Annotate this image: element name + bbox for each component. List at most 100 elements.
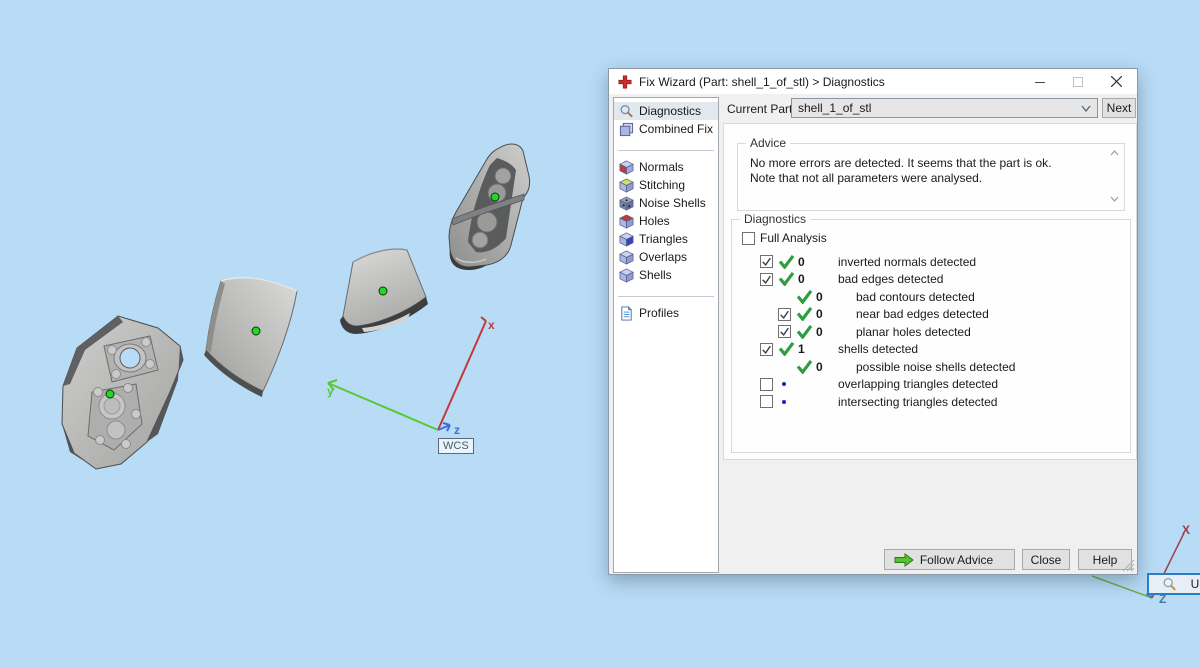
green-arrow-icon bbox=[894, 553, 914, 567]
diagnostic-row: 0 inverted normals detected bbox=[732, 253, 1130, 271]
advice-text: No more errors are detected. It seems th… bbox=[750, 156, 1052, 185]
sidebar-item-label: Overlaps bbox=[639, 250, 688, 264]
diagnostic-checkbox[interactable] bbox=[760, 255, 773, 269]
diagnostic-checkbox[interactable] bbox=[760, 272, 773, 286]
shell-marker bbox=[251, 326, 261, 336]
diagnostic-label: shells detected bbox=[838, 342, 919, 357]
axis-y-label: y bbox=[327, 384, 334, 398]
diagnostic-checkbox[interactable] bbox=[778, 325, 791, 339]
sidebar-item-shells[interactable]: Shells bbox=[614, 266, 718, 284]
diagnostic-checkbox[interactable] bbox=[760, 342, 773, 356]
full-analysis-checkbox[interactable] bbox=[742, 231, 755, 245]
diagnostic-label: overlapping triangles detected bbox=[838, 377, 999, 392]
shell-marker bbox=[490, 192, 500, 202]
current-part-value: shell_1_of_stl bbox=[798, 101, 872, 115]
sidebar-item-diagnostics[interactable]: Diagnostics bbox=[614, 102, 718, 120]
status-check-icon bbox=[796, 324, 816, 339]
diagnostic-row: 0 near bad edges detected bbox=[732, 306, 1130, 324]
cube-yellow-top-icon bbox=[619, 178, 635, 193]
model-cone-shell[interactable] bbox=[340, 248, 428, 334]
sidebar-item-label: Combined Fix bbox=[639, 122, 714, 136]
status-check-icon bbox=[778, 272, 798, 287]
wcs-label: WCS bbox=[438, 438, 474, 454]
status-check-icon bbox=[796, 359, 816, 374]
cube-red-front-icon bbox=[619, 160, 635, 175]
sidebar-item-label: Profiles bbox=[639, 306, 680, 320]
sidebar-item-overlaps[interactable]: Overlaps bbox=[614, 248, 718, 266]
close-button[interactable] bbox=[1097, 69, 1135, 94]
model-nose-cone[interactable] bbox=[448, 143, 531, 271]
corner-axis-x-label: X bbox=[1182, 523, 1191, 537]
full-analysis-row: Full Analysis bbox=[742, 231, 827, 245]
model-curved-shell[interactable] bbox=[204, 276, 298, 397]
close-icon bbox=[1110, 76, 1122, 87]
sidebar-item-label: Triangles bbox=[639, 232, 688, 246]
diagnostic-checkbox[interactable] bbox=[778, 307, 791, 321]
sidebar-item-holes[interactable]: Holes bbox=[614, 212, 718, 230]
magnifier-icon bbox=[619, 104, 635, 119]
diagnostic-label: near bad edges detected bbox=[856, 307, 989, 322]
resize-grip[interactable] bbox=[1122, 559, 1135, 572]
sidebar-item-label: Diagnostics bbox=[639, 104, 702, 118]
shell-marker bbox=[378, 286, 388, 296]
fix-wizard-sidebar: Diagnostics Combined Fix Normals Stitching N… bbox=[613, 97, 719, 573]
diagnostic-count: 0 bbox=[816, 307, 823, 322]
status-check-icon bbox=[796, 289, 816, 304]
minimize-icon bbox=[1035, 81, 1045, 83]
diagnostic-row: intersecting triangles detected bbox=[732, 393, 1130, 411]
sidebar-item-profiles[interactable]: Profiles bbox=[614, 304, 718, 322]
full-analysis-label: Full Analysis bbox=[760, 231, 827, 245]
diagnostic-checkbox[interactable] bbox=[760, 377, 773, 391]
current-part-dropdown[interactable]: shell_1_of_stl bbox=[791, 98, 1098, 118]
diagnostics-title: Diagnostics bbox=[740, 212, 811, 226]
cube-red-top-icon bbox=[619, 214, 635, 229]
sidebar-item-triangles[interactable]: Triangles bbox=[614, 230, 718, 248]
shell-marker bbox=[105, 389, 115, 399]
diagnostic-count: 0 bbox=[816, 359, 823, 374]
sidebar-item-label: Noise Shells bbox=[639, 196, 706, 210]
cube-dotted-icon bbox=[619, 196, 635, 211]
diagnostic-label: planar holes detected bbox=[856, 324, 971, 339]
combined-fix-cubes-icon bbox=[619, 122, 635, 137]
diagnostics-groupbox: Diagnostics Full Analysis 0 inverted norm… bbox=[731, 212, 1200, 595]
diagnostic-label: intersecting triangles detected bbox=[838, 394, 998, 409]
diagnostic-row: overlapping triangles detected bbox=[732, 376, 1130, 394]
close-dialog-button[interactable]: Close bbox=[1022, 549, 1070, 570]
status-dot-icon bbox=[778, 399, 798, 404]
sidebar-item-noise-shells[interactable]: Noise Shells bbox=[614, 194, 718, 212]
status-dot-icon bbox=[778, 382, 798, 387]
update-button[interactable]: Update bbox=[1147, 573, 1200, 595]
dialog-title: Fix Wizard (Part: shell_1_of_stl) > Diag… bbox=[639, 74, 885, 89]
status-check-icon bbox=[778, 254, 798, 269]
model-bracket-shell[interactable] bbox=[61, 315, 184, 470]
fix-wizard-dialog: Fix Wizard (Part: shell_1_of_stl) > Diag… bbox=[608, 68, 1200, 595]
diagnostic-count: 0 bbox=[798, 272, 805, 287]
diagnostic-row: 0 planar holes detected bbox=[732, 323, 1130, 341]
dialog-titlebar[interactable]: Fix Wizard (Part: shell_1_of_stl) > Diag… bbox=[609, 69, 1137, 94]
wcs-axes bbox=[327, 316, 487, 432]
scroll-down-icon[interactable] bbox=[1110, 196, 1119, 202]
advice-title: Advice bbox=[746, 136, 791, 150]
diagnostic-checkbox[interactable] bbox=[760, 395, 773, 409]
diagnostic-label: bad edges detected bbox=[838, 272, 944, 287]
through-hole bbox=[119, 347, 141, 369]
scroll-up-icon[interactable] bbox=[1110, 150, 1119, 156]
next-button[interactable]: Next bbox=[1102, 98, 1136, 118]
red-cross-fix-wizard-icon bbox=[618, 75, 632, 88]
sidebar-item-label: Normals bbox=[639, 160, 684, 174]
sidebar-item-stitching[interactable]: Stitching bbox=[614, 176, 718, 194]
cube-blue-face-icon bbox=[619, 232, 635, 247]
diagnostic-label: bad contours detected bbox=[856, 289, 975, 304]
minimize-button[interactable] bbox=[1021, 69, 1059, 94]
application-window: x y z WCS X Z Fix Wizard (Part: shell_1_… bbox=[0, 0, 1200, 667]
follow-advice-button[interactable]: Follow Advice bbox=[884, 549, 1015, 570]
diagnostic-count: 0 bbox=[816, 324, 823, 339]
sidebar-item-combined-fix[interactable]: Combined Fix bbox=[614, 120, 718, 138]
diagnostic-row: 0 bad contours detected bbox=[732, 288, 1130, 306]
magnifier-icon bbox=[1163, 577, 1176, 591]
diagnostic-count: 0 bbox=[798, 254, 805, 269]
sidebar-item-label: Holes bbox=[639, 214, 670, 228]
sidebar-item-normals[interactable]: Normals bbox=[614, 158, 718, 176]
advice-scrollbar[interactable] bbox=[1107, 150, 1121, 202]
maximize-button[interactable] bbox=[1059, 69, 1097, 94]
